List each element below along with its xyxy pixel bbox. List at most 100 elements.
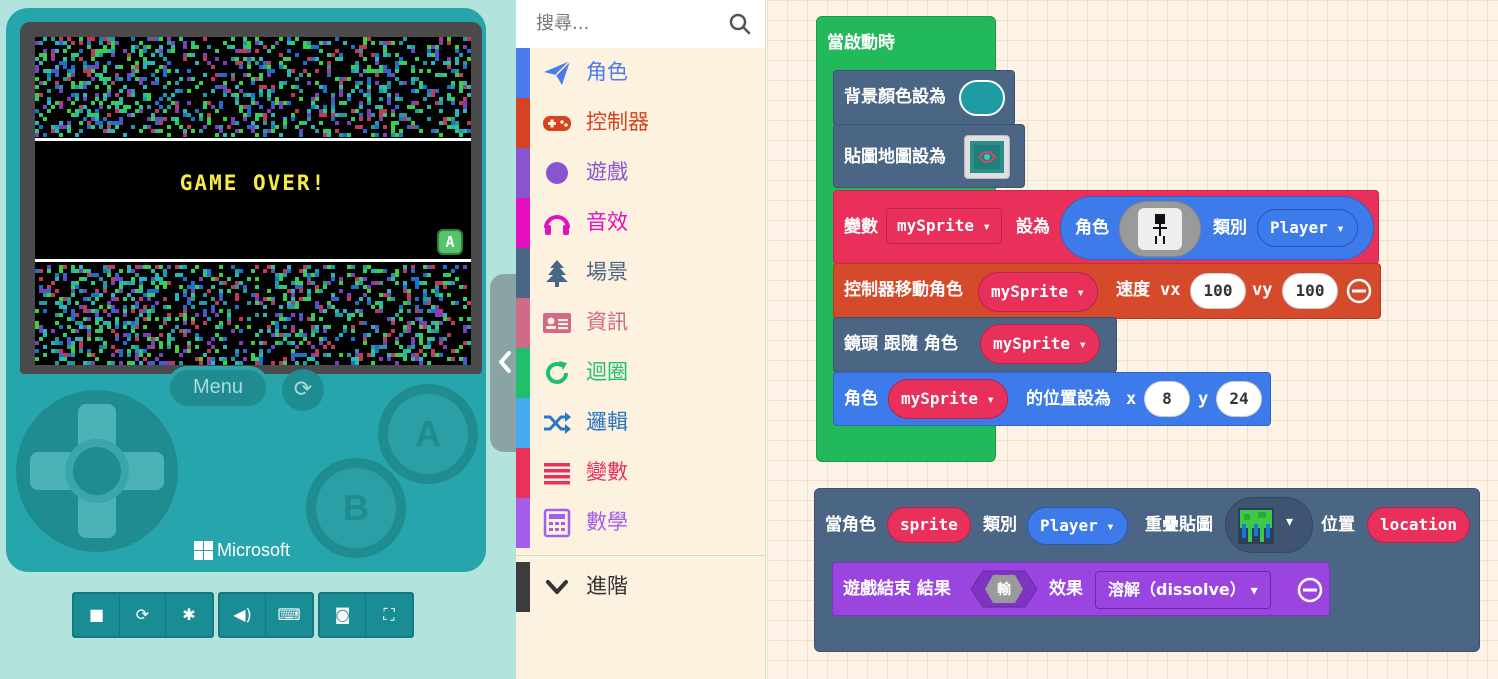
search-icon[interactable] [728, 12, 752, 36]
create-sprite-reporter[interactable]: 角色 類別 Player [1060, 196, 1374, 260]
category-label: 變數 [586, 460, 628, 484]
set-background-color-block[interactable]: 背景顏色設為 [833, 70, 1015, 126]
category-color-bar [516, 448, 530, 498]
category-scene[interactable]: 場景 [516, 248, 765, 298]
stick-figure-icon [1153, 214, 1167, 244]
game-over-text: GAME OVER! [179, 171, 327, 195]
tilemap-thumbnail[interactable] [964, 135, 1010, 179]
menu-button[interactable]: Menu [166, 366, 270, 410]
sprite-variable-dropdown[interactable]: mySprite [980, 324, 1100, 364]
game-canvas [35, 37, 471, 365]
category-loops[interactable]: 迴圈 [516, 348, 765, 398]
keyboard-icon[interactable]: ⌨ [266, 594, 312, 636]
restart-icon[interactable]: ⟳ [120, 594, 166, 636]
sound-icon[interactable]: ◀) [220, 594, 266, 636]
category-music[interactable]: 音效 [516, 198, 765, 248]
shuffle-icon [544, 412, 571, 434]
camera-follow-block[interactable]: 鏡頭 跟隨 角色 mySprite [833, 317, 1117, 373]
category-color-bar [516, 348, 530, 398]
fullscreen-icon[interactable]: ⛶ [366, 594, 412, 636]
calculator-icon [543, 508, 571, 538]
effect-label: 效果 [1049, 579, 1083, 599]
category-label: 邏輯 [586, 410, 628, 434]
category-color-bar [516, 148, 530, 198]
sprite-image-field[interactable] [1119, 201, 1201, 257]
block-label: 控制器移動角色 [844, 280, 963, 300]
category-controller[interactable]: 控制器 [516, 98, 765, 148]
result-boolean[interactable]: 輸 [969, 569, 1039, 609]
dpad[interactable] [16, 390, 178, 552]
tile-dropdown[interactable]: ▾ [1225, 497, 1313, 553]
toolbox-search [516, 0, 765, 48]
set-position-block[interactable]: 角色 mySprite 的位置設為 x 8 y 24 [833, 372, 1271, 426]
block-label: 鏡頭 跟隨 角色 [844, 334, 958, 354]
category-math[interactable]: 數學 [516, 498, 765, 548]
y-input[interactable]: 24 [1216, 381, 1262, 417]
block-workspace[interactable]: 當啟動時 背景顏色設為 貼圖地圖設為 變數 mySprite 設為 角色 [767, 0, 1498, 679]
position-label: 的位置設為 [1026, 389, 1111, 409]
category-label: 遊戲 [586, 160, 628, 184]
toolbar-group-capture: ◙ ⛶ [318, 592, 414, 638]
search-input[interactable] [536, 8, 726, 38]
sprite-variable-dropdown[interactable]: mySprite [978, 272, 1098, 312]
tilemap-preview-icon [970, 141, 1004, 173]
game-screen[interactable]: GAME OVER! A [35, 37, 471, 365]
id-card-icon [543, 313, 571, 333]
microsoft-logo: Microsoft [194, 538, 290, 562]
sprite-variable-dropdown[interactable]: mySprite [888, 379, 1008, 419]
chevron-down-icon [546, 580, 568, 594]
vy-input[interactable]: 100 [1282, 273, 1338, 309]
simulator-panel: GAME OVER! A Menu ⟳ A B Microsoft ■ ⟳ ✱ [0, 0, 520, 679]
b-button[interactable]: B [306, 458, 406, 558]
category-sprites[interactable]: 角色 [516, 48, 765, 98]
vx-input[interactable]: 100 [1190, 273, 1246, 309]
screenshot-icon[interactable]: ◙ [320, 594, 366, 636]
y-label: y [1198, 389, 1209, 409]
kind-dropdown[interactable]: Player [1027, 507, 1128, 545]
screen-bezel: GAME OVER! A [20, 22, 482, 374]
category-logic[interactable]: 邏輯 [516, 398, 765, 448]
effect-dropdown[interactable]: 溶解（dissolve） [1095, 571, 1271, 609]
variable-label: 變數 [844, 217, 878, 237]
speed-label: 速度 [1116, 280, 1150, 300]
toolbar-group-io: ◀) ⌨ [218, 592, 314, 638]
block-label: 背景顏色設為 [844, 87, 946, 107]
set-to-label: 設為 [1016, 217, 1050, 237]
category-color-bar [516, 298, 530, 348]
move-sprite-with-buttons-block[interactable]: 控制器移動角色 mySprite 速度 vx 100 vy 100 [833, 263, 1381, 319]
location-parameter[interactable]: location [1367, 507, 1471, 543]
category-game[interactable]: 遊戲 [516, 148, 765, 198]
kind-label: 類別 [1213, 218, 1247, 238]
circle-icon [546, 162, 568, 184]
toolbox-divider [516, 555, 765, 556]
debug-icon[interactable]: ✱ [166, 594, 212, 636]
kind-dropdown[interactable]: Player [1257, 209, 1358, 247]
set-variable-block[interactable]: 變數 mySprite 設為 角色 類別 Player [833, 190, 1379, 264]
x-input[interactable]: 8 [1144, 381, 1190, 417]
a-button-hint-icon: A [437, 229, 463, 255]
reset-game-icon[interactable]: ⟳ [282, 369, 324, 411]
color-swatch[interactable] [959, 80, 1005, 116]
vx-label: vx [1160, 280, 1181, 300]
category-label: 角色 [586, 60, 628, 84]
category-color-bar [516, 498, 530, 548]
category-label: 進階 [586, 574, 628, 598]
remove-parameter-icon[interactable] [1297, 577, 1323, 603]
category-label: 控制器 [586, 110, 649, 134]
a-button[interactable]: A [378, 384, 478, 484]
category-label: 場景 [586, 260, 628, 284]
sprite-image-thumb [1138, 208, 1182, 250]
game-over-block[interactable]: 遊戲結束 結果 輸 效果 溶解（dissolve） [832, 562, 1330, 616]
variable-dropdown[interactable]: mySprite [886, 208, 1002, 244]
block-toolbox: 角色 控制器 遊戲 音效 場景 資訊 迴圈 邏輯 變數 [516, 0, 766, 679]
category-advanced[interactable]: 進階 [516, 562, 765, 612]
game-over-label: 遊戲結束 結果 [843, 579, 951, 599]
category-info[interactable]: 資訊 [516, 298, 765, 348]
set-tilemap-block[interactable]: 貼圖地圖設為 [833, 124, 1025, 188]
category-variables[interactable]: 變數 [516, 448, 765, 498]
remove-parameter-icon[interactable] [1346, 278, 1372, 304]
stop-icon[interactable]: ■ [74, 594, 120, 636]
category-color-bar [516, 198, 530, 248]
sprite-parameter[interactable]: sprite [887, 507, 971, 543]
simulator-toolbar: ■ ⟳ ✱ ◀) ⌨ ◙ ⛶ [72, 592, 414, 638]
